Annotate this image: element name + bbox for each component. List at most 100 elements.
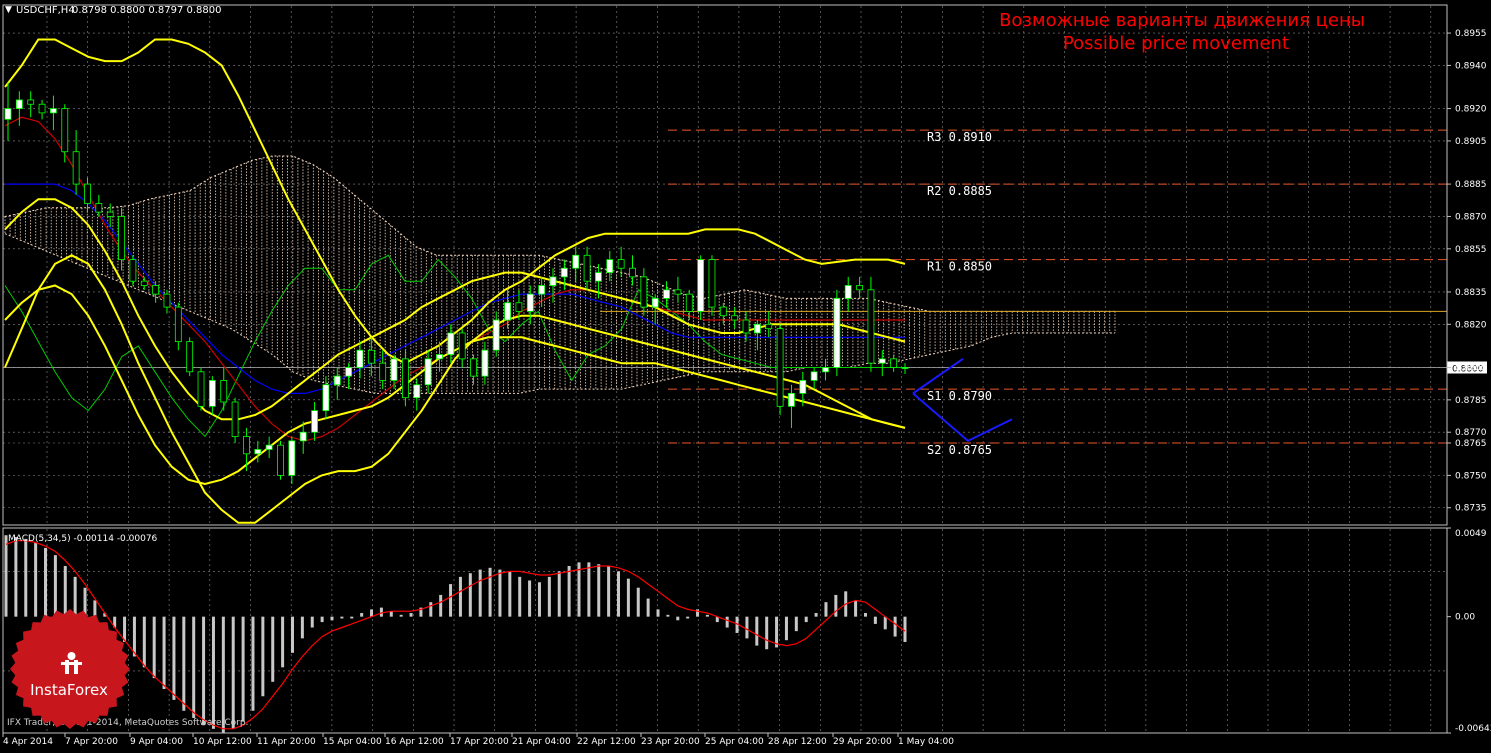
macd-bar <box>893 616 897 637</box>
candle-body <box>674 289 682 295</box>
macd-bar <box>557 571 561 617</box>
macd-bar <box>765 616 769 650</box>
macd-bar <box>518 576 522 617</box>
candle-body <box>538 285 546 295</box>
macd-bar <box>409 613 413 617</box>
pivot-label-s2: S2 0.8765 <box>927 443 992 457</box>
macd-bar <box>34 542 38 617</box>
macd-bar <box>53 555 57 617</box>
x-tick-label: 28 Apr 12:00 <box>768 737 827 747</box>
candle-body <box>901 367 909 369</box>
y-tick-label: 0.8940 <box>1455 61 1487 71</box>
candle-body <box>15 99 23 109</box>
candle-body <box>844 285 852 299</box>
symbol-label: USDCHF,H4 <box>16 5 75 16</box>
candle-body <box>526 293 534 312</box>
x-tick-label: 11 Apr 20:00 <box>257 737 316 747</box>
candle-body <box>697 259 705 312</box>
macd-bar <box>488 567 492 617</box>
x-tick-label: 16 Apr 12:00 <box>385 737 444 747</box>
candle-body <box>629 267 636 278</box>
macd-bar <box>567 565 571 617</box>
macd-y-tick-label: 0.00 <box>1455 613 1475 623</box>
macd-bar <box>449 584 453 617</box>
macd-bar <box>379 607 383 617</box>
candle-body <box>186 341 194 373</box>
candle-body <box>413 384 421 399</box>
x-tick-label: 4 Apr 2014 <box>3 737 53 747</box>
candle-body <box>470 358 477 377</box>
pivot-label-s1: S1 0.8790 <box>927 389 992 403</box>
macd-y-tick-label: 0.0049 <box>1455 529 1487 539</box>
chart-window: R3 0.8910 R2 0.8885 R1 0.8850 S1 0.8790 S2 0… <box>0 0 1491 749</box>
macd-bar <box>597 564 601 617</box>
macd-bar <box>607 565 611 617</box>
macd-bar <box>824 602 828 617</box>
candle-body <box>481 349 489 377</box>
candle-body <box>424 358 432 386</box>
macd-bar <box>162 616 166 690</box>
pivot-label-r1: R1 0.8850 <box>927 260 992 274</box>
x-tick-label: 9 Apr 04:00 <box>130 737 183 747</box>
candle-body <box>867 289 875 364</box>
chart-title: Возможные варианты движения цены <box>999 10 1365 31</box>
macd-bar <box>370 609 374 617</box>
macd-bar <box>508 571 512 617</box>
macd-bar <box>636 587 640 617</box>
candle-body <box>402 358 409 399</box>
x-tick-label: 7 Apr 20:00 <box>65 737 118 747</box>
macd-bar <box>903 616 907 642</box>
macd-bar <box>814 613 818 617</box>
candle-body <box>492 319 500 351</box>
symbol-header[interactable]: ▼ USDCHF,H4 0.8798 0.8800 0.8797 0.8800 <box>5 5 222 16</box>
macd-bar <box>883 616 887 630</box>
macd-bar <box>666 614 670 617</box>
candle-body <box>583 254 591 282</box>
candle-body <box>822 367 829 373</box>
macd-bar <box>863 613 867 617</box>
macd-bar <box>725 616 729 628</box>
macd-bar <box>498 569 502 617</box>
candle-body <box>106 211 114 217</box>
candle-body <box>799 380 807 394</box>
candle-body <box>776 328 784 407</box>
x-tick-label: 17 Apr 20:00 <box>450 737 509 747</box>
symbol-dropdown-icon[interactable]: ▼ <box>5 5 12 15</box>
macd-bar <box>429 602 433 617</box>
candle-body <box>208 380 216 407</box>
macd-panel <box>4 535 907 733</box>
candle-body <box>72 151 80 185</box>
candle-body <box>549 276 557 286</box>
macd-bar <box>14 537 18 617</box>
macd-bar <box>784 616 788 641</box>
candles <box>4 82 909 485</box>
macd-y-tick-label: -0.00643 <box>1455 724 1491 734</box>
main-plot-frame <box>2 4 1448 526</box>
macd-bar <box>656 609 660 617</box>
macd-bar <box>63 565 67 617</box>
indicator-lines <box>4 38 906 524</box>
y-tick-label: 0.8905 <box>1455 137 1487 147</box>
macd-bar <box>745 616 749 639</box>
macd-bar <box>320 616 324 623</box>
candle-body <box>447 332 455 355</box>
macd-bar <box>24 538 28 617</box>
candle-body <box>379 362 387 381</box>
macd-bar <box>755 616 759 646</box>
candle-body <box>231 401 239 437</box>
candle-body <box>333 375 341 386</box>
candle-body <box>560 267 568 278</box>
macd-bar <box>271 616 275 682</box>
candle-body <box>390 358 398 381</box>
macd-bar <box>202 616 206 726</box>
macd-bar <box>251 616 255 711</box>
x-tick-label: 21 Apr 04:00 <box>512 737 571 747</box>
macd-bar <box>360 613 364 617</box>
macd-bar <box>587 562 591 617</box>
candle-body <box>84 183 91 204</box>
macd-bar <box>221 616 225 733</box>
candle-body <box>651 298 659 308</box>
ohlc-label: 0.8798 0.8800 0.8797 0.8800 <box>72 5 222 16</box>
candle-body <box>220 380 228 403</box>
x-tick-label: 29 Apr 20:00 <box>833 737 892 747</box>
